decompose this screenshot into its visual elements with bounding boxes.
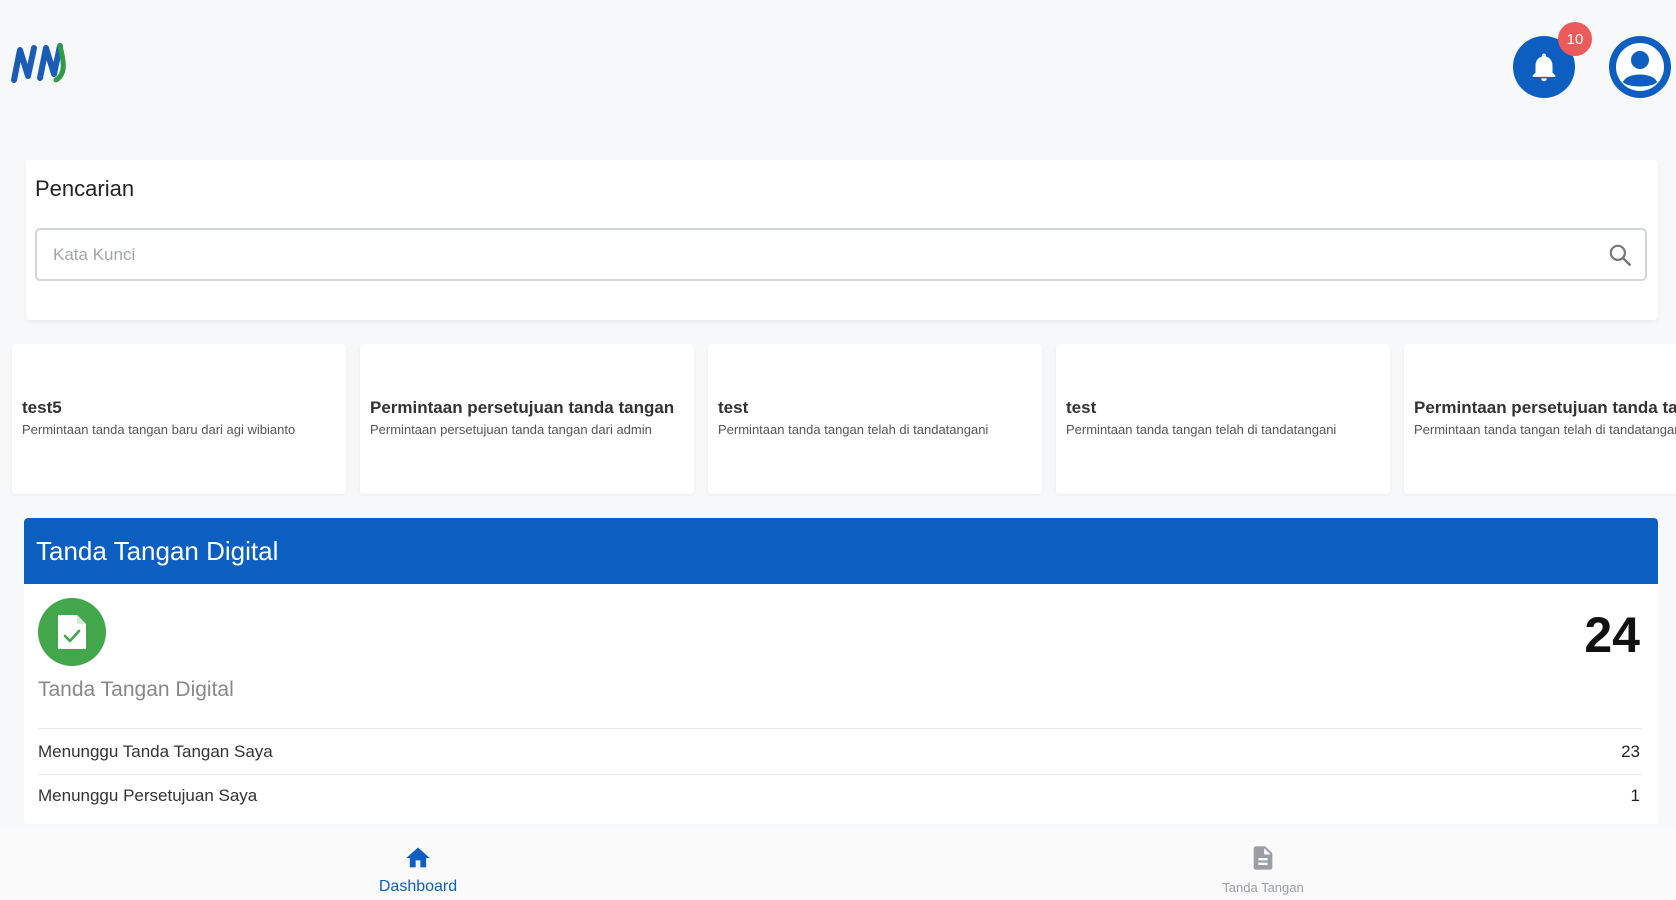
notification-description: Permintaan tanda tangan telah di tandata…	[718, 422, 989, 437]
signature-label: Tanda Tangan Digital	[38, 678, 234, 701]
account-button[interactable]	[1609, 36, 1671, 98]
waiting-my-signature-label[interactable]: Menunggu Tanda Tangan Saya	[38, 742, 273, 762]
user-avatar-icon	[1616, 43, 1664, 91]
search-title: Pencarian	[35, 176, 135, 201]
card-header: Tanda Tangan Digital	[24, 518, 1658, 584]
nav-item-tanda-tangan[interactable]: Tanda Tangan	[1153, 828, 1373, 900]
bottom-navigation: Dashboard Tanda Tangan	[0, 828, 1676, 900]
waiting-my-signature-count: 23	[1621, 742, 1640, 761]
notification-card[interactable]: test Permintaan tanda tangan telah di ta…	[708, 344, 1042, 494]
document-check-badge	[38, 598, 106, 666]
nav-label-tanda-tangan: Tanda Tangan	[1222, 880, 1304, 895]
app-header: 10	[0, 0, 1676, 130]
notification-title: test	[1066, 398, 1097, 417]
signature-total-count: 24	[1584, 607, 1640, 663]
notification-title: Permintaan persetujuan tanda tangan	[370, 398, 675, 417]
notification-card[interactable]: test5 Permintaan tanda tangan baru dari …	[12, 344, 346, 494]
bell-icon	[1532, 53, 1556, 82]
waiting-my-approval-label[interactable]: Menunggu Persetujuan Saya	[38, 786, 257, 806]
digital-signature-card[interactable]: Tanda Tangan Digital Tanda Tangan Digita…	[24, 518, 1658, 824]
notification-description: Permintaan tanda tangan baru dari agi wi…	[22, 422, 296, 437]
divider	[38, 774, 1642, 775]
search-box[interactable]	[35, 228, 1647, 281]
notification-list: test5 Permintaan tanda tangan baru dari …	[0, 344, 1676, 496]
document-icon	[1253, 846, 1273, 870]
notification-title: Permintaan persetujuan tanda tangan	[1414, 398, 1676, 417]
search-card: Pencarian	[26, 160, 1658, 320]
notification-card[interactable]: Permintaan persetujuan tanda tangan Perm…	[1404, 344, 1676, 494]
home-icon	[406, 847, 430, 868]
app-logo	[11, 43, 66, 83]
document-check-icon	[58, 615, 86, 649]
notification-description: Permintaan tanda tangan telah di tandata…	[1414, 422, 1676, 437]
search-icon[interactable]	[1607, 242, 1633, 268]
search-input[interactable]	[37, 230, 1597, 279]
divider	[38, 728, 1642, 729]
notification-card[interactable]: Permintaan persetujuan tanda tangan Perm…	[360, 344, 694, 494]
waiting-my-approval-count: 1	[1630, 786, 1640, 805]
card-header-title: Tanda Tangan Digital	[36, 536, 279, 566]
nav-label-dashboard: Dashboard	[378, 878, 458, 895]
notification-card[interactable]: test Permintaan tanda tangan telah di ta…	[1056, 344, 1390, 494]
notification-count-badge: 10	[1558, 22, 1592, 56]
notification-description: Permintaan persetujuan tanda tangan dari…	[370, 422, 652, 437]
notification-title: test	[718, 398, 749, 417]
nav-item-dashboard[interactable]: Dashboard	[308, 828, 528, 900]
notification-description: Permintaan tanda tangan telah di tandata…	[1066, 422, 1337, 437]
notification-title: test5	[22, 398, 62, 417]
